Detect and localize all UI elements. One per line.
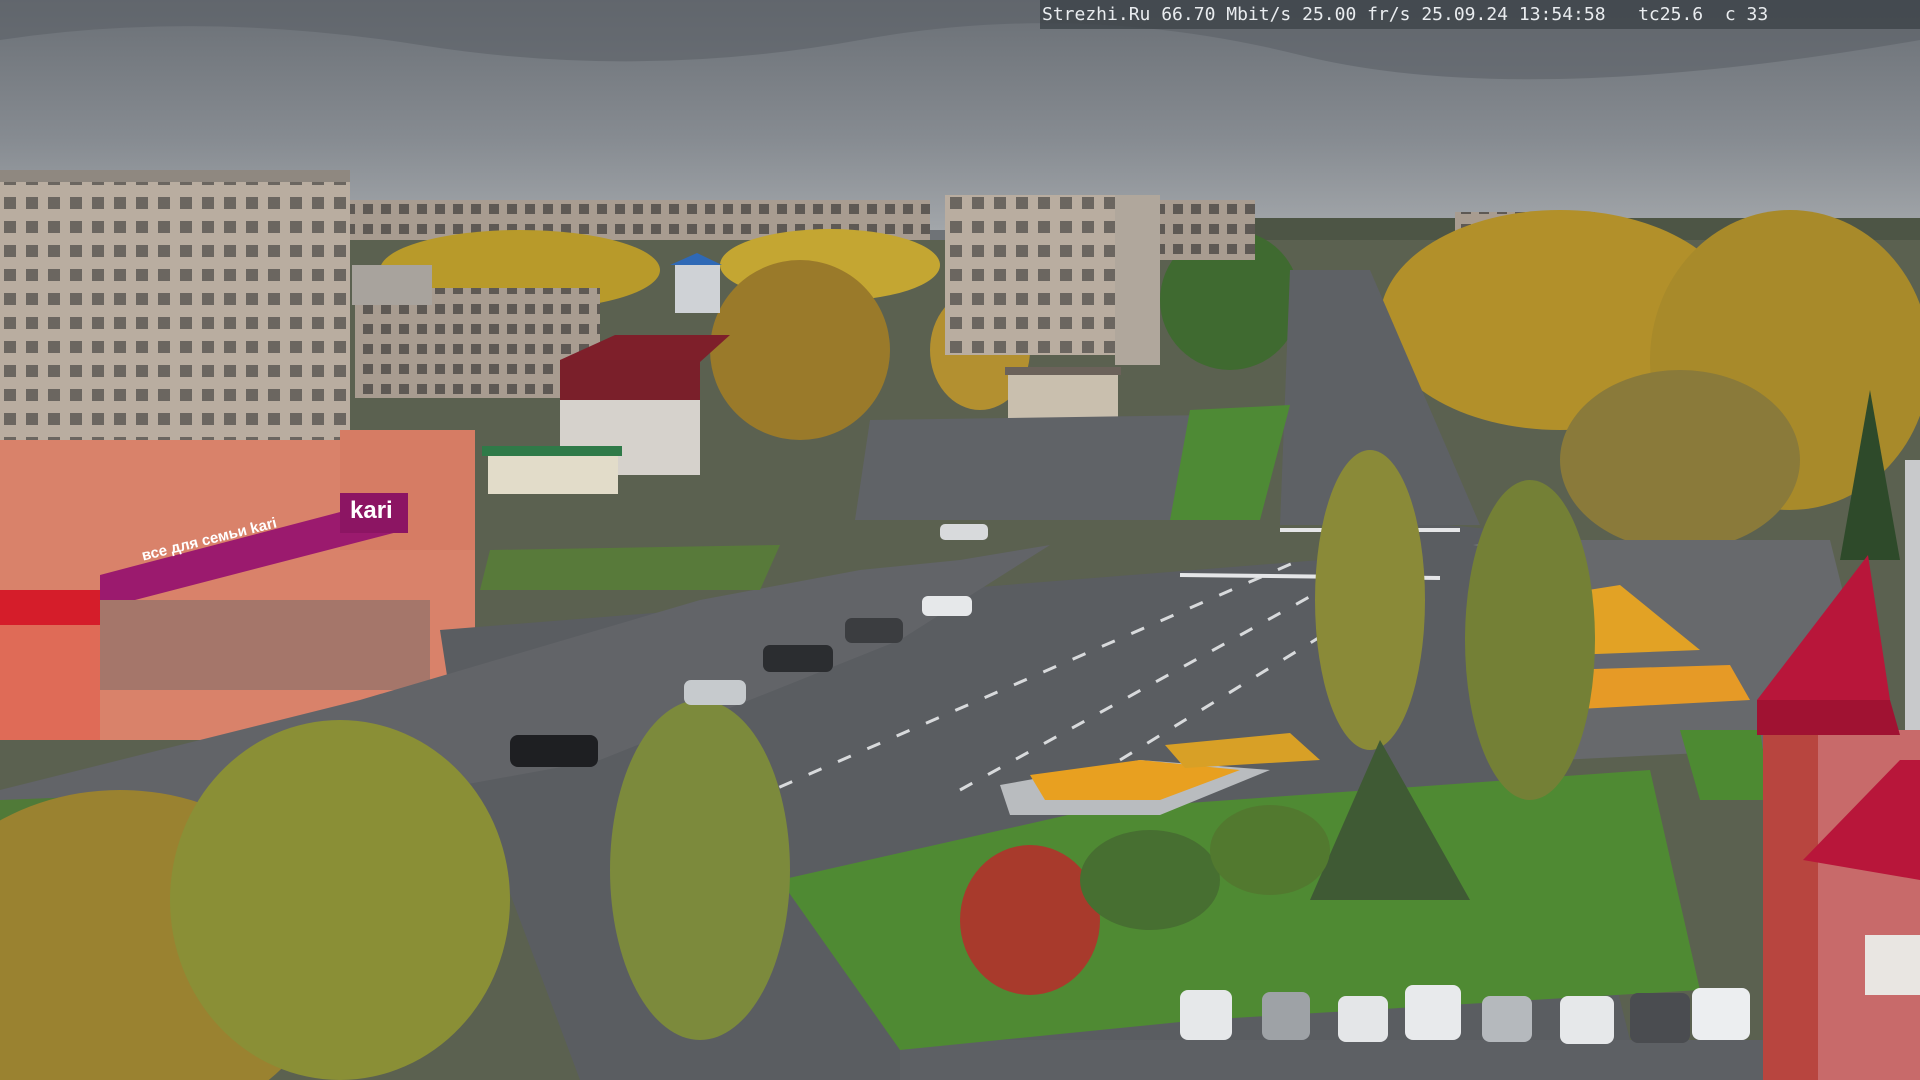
small-pavilion-roof	[1005, 367, 1121, 375]
bottom-road	[900, 1040, 1800, 1080]
building	[352, 265, 432, 305]
kari-logo-sign: kari	[350, 497, 393, 524]
small-pavilion	[1008, 372, 1118, 422]
central-plaza	[855, 415, 1210, 520]
lawn-left	[480, 545, 780, 590]
blue-roof-tower	[670, 253, 722, 313]
overlay-temperature: tc25.6	[1638, 4, 1704, 25]
overlay-site: Strezhi.Ru	[1042, 4, 1151, 25]
overlay-date: 25.09.24	[1421, 4, 1509, 25]
webcam-frame: kari все для семьи kari Strezhi.Ru 66.70…	[0, 0, 1920, 1080]
city-square-scene	[0, 0, 1920, 1080]
overlay-bitrate: 66.70 Mbit/s	[1161, 4, 1292, 25]
green-kiosk-roof	[482, 446, 622, 456]
camera-overlay-text: Strezhi.Ru 66.70 Mbit/s 25.00 fr/s 25.09…	[1040, 0, 1920, 29]
green-kiosk	[488, 452, 618, 494]
overlay-time: 13:54:58	[1518, 4, 1606, 25]
overlay-extra: c 33	[1724, 4, 1769, 25]
overlay-framerate: 25.00 fr/s	[1302, 4, 1411, 25]
